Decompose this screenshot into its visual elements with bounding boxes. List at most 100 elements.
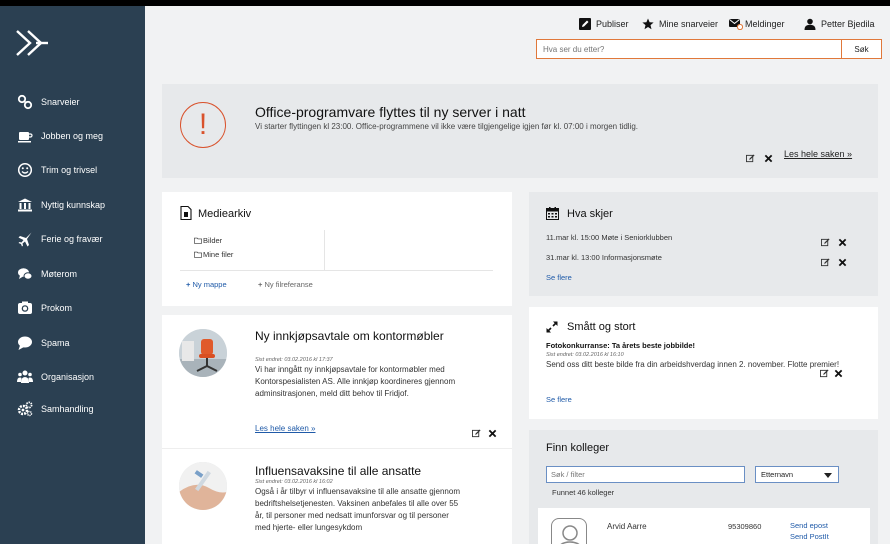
folder-icon bbox=[194, 237, 202, 244]
sidebar-item-trim[interactable]: Trim og trivsel bbox=[0, 158, 145, 182]
user-icon bbox=[804, 18, 816, 30]
folder-list: Bilder Mine filer bbox=[180, 230, 325, 270]
sidebar-item-label: Møterom bbox=[41, 269, 77, 279]
media-archive-box: Bilder Mine filer + Ny mappe + Ny filrefera… bbox=[180, 230, 493, 306]
edit-icon[interactable] bbox=[821, 254, 830, 267]
close-icon[interactable] bbox=[834, 365, 843, 378]
app-frame: Snarveier Jobben og meg Trim og trivsel … bbox=[0, 6, 890, 544]
see-more-link[interactable]: Se flere bbox=[546, 395, 572, 404]
news-item: Ny innkjøpsavtale om kontormøbler Sist e… bbox=[162, 315, 512, 448]
logo-icon[interactable] bbox=[14, 28, 50, 58]
folder-icon bbox=[194, 251, 202, 258]
event-name: Møte i Seniorklubben bbox=[601, 233, 673, 242]
colleague-phone: 95309860 bbox=[728, 522, 762, 531]
media-archive-title: Mediearkiv bbox=[198, 208, 252, 220]
close-icon[interactable] bbox=[488, 425, 497, 438]
people-icon bbox=[16, 368, 34, 386]
sidebar-item-jobben[interactable]: Jobben og meg bbox=[0, 124, 145, 148]
sidebar-item-kunnskap[interactable]: Nyttig kunnskap bbox=[0, 193, 145, 217]
event-date: 31.mar kl. 13:00 bbox=[546, 253, 600, 262]
colleagues-title: Finn kolleger bbox=[546, 442, 609, 454]
sidebar-item-snarveier[interactable]: Snarveier bbox=[0, 90, 145, 114]
small-title: Smått og stort bbox=[567, 321, 636, 333]
link-icon bbox=[16, 93, 34, 111]
edit-icon[interactable] bbox=[472, 425, 481, 438]
event-row[interactable]: 31.mar kl. 13:00 Informasjonsmøte bbox=[546, 253, 662, 262]
alert-title: Office-programvare flyttes til ny server… bbox=[255, 104, 526, 120]
folder-item[interactable]: Mine filer bbox=[194, 250, 233, 259]
edit-icon[interactable] bbox=[746, 150, 755, 163]
coffee-icon bbox=[16, 127, 34, 145]
news-image-office-chair bbox=[179, 329, 227, 377]
close-icon[interactable] bbox=[838, 234, 847, 247]
news-meta: Sist endret: 03.02.2016 kl 16:02 bbox=[255, 479, 333, 485]
user-menu[interactable]: Petter Bjedila bbox=[804, 18, 875, 30]
new-file-reference-button[interactable]: + Ny filreferanse bbox=[258, 280, 313, 289]
events-card: Hva skjer 11.mar kl. 15:00 Møte i Senior… bbox=[529, 192, 878, 296]
small-body: Send oss ditt beste bilde fra din arbeid… bbox=[546, 360, 840, 369]
alert-card: ! Office-programvare flyttes til ny serv… bbox=[162, 84, 878, 178]
sidebar-item-organisasjon[interactable]: Organisasjon bbox=[0, 365, 145, 389]
star-icon bbox=[642, 18, 654, 30]
folder-item[interactable]: Bilder bbox=[194, 236, 222, 245]
event-date: 11.mar kl. 15:00 bbox=[546, 233, 600, 242]
search-input[interactable] bbox=[537, 40, 841, 58]
news-title: Influensavaksine til alle ansatte bbox=[255, 464, 422, 478]
sidebar-item-moterom[interactable]: Møterom bbox=[0, 262, 145, 286]
news-list: Ny innkjøpsavtale om kontormøbler Sist e… bbox=[162, 315, 512, 544]
smile-icon bbox=[16, 161, 34, 179]
sort-select[interactable]: Etternavn bbox=[755, 466, 839, 483]
cogs-icon bbox=[16, 400, 34, 418]
calendar-icon bbox=[546, 207, 559, 220]
sidebar-item-label: Samhandling bbox=[41, 404, 94, 414]
messages-link[interactable]: Meldinger bbox=[729, 18, 785, 30]
sidebar-item-label: Ferie og fravær bbox=[41, 234, 103, 244]
sidebar-item-prokom[interactable]: Prokom bbox=[0, 296, 145, 320]
media-archive-card: Mediearkiv Bilder Mine filer + Ny mappe + N… bbox=[162, 192, 512, 306]
sidebar: Snarveier Jobben og meg Trim og trivsel … bbox=[0, 6, 145, 544]
news-small-card: Smått og stort Fotokonkurranse: Ta årets… bbox=[529, 307, 878, 419]
close-icon[interactable] bbox=[838, 254, 847, 267]
sidebar-item-ferie[interactable]: Ferie og fravær bbox=[0, 227, 145, 251]
sidebar-item-label: Spama bbox=[41, 338, 70, 348]
my-shortcuts-link[interactable]: Mine snarveier bbox=[642, 18, 718, 30]
media-actions: + Ny mappe + Ny filreferanse bbox=[180, 270, 493, 296]
top-bar: Publiser Mine snarveier Meldinger Petter… bbox=[145, 6, 890, 76]
bank-icon bbox=[16, 196, 34, 214]
avatar-icon bbox=[551, 518, 587, 544]
publish-link[interactable]: Publiser bbox=[579, 18, 629, 30]
send-postit-link[interactable]: Send PostIt bbox=[790, 532, 829, 541]
sidebar-item-samhandling[interactable]: Samhandling bbox=[0, 397, 145, 421]
small-headline[interactable]: Fotokonkurranse: Ta årets beste jobbilde… bbox=[546, 341, 695, 350]
news-item: Influensavaksine til alle ansatte Sist e… bbox=[162, 449, 512, 544]
chat-icon bbox=[16, 265, 34, 283]
close-icon[interactable] bbox=[764, 150, 773, 163]
exclamation-icon: ! bbox=[180, 102, 226, 148]
camera-icon bbox=[16, 299, 34, 317]
caret-down-icon bbox=[824, 473, 832, 478]
edit-icon[interactable] bbox=[821, 234, 830, 247]
read-more-link[interactable]: Les hele saken » bbox=[255, 424, 316, 433]
search-bar: Søk bbox=[536, 39, 882, 59]
read-more-link[interactable]: Les hele saken » bbox=[784, 149, 852, 159]
colleague-filter-input[interactable] bbox=[546, 466, 745, 483]
edit-icon bbox=[579, 18, 591, 30]
search-button[interactable]: Søk bbox=[841, 40, 881, 58]
envelope-icon bbox=[729, 19, 743, 30]
results-count: Funnet 46 kolleger bbox=[552, 488, 615, 497]
see-more-link[interactable]: Se flere bbox=[546, 273, 572, 282]
colleague-name: Arvid Aarre bbox=[607, 522, 647, 531]
speech-icon bbox=[16, 334, 34, 352]
send-email-link[interactable]: Send epost bbox=[790, 521, 828, 530]
edit-icon[interactable] bbox=[820, 365, 829, 378]
plane-icon bbox=[16, 230, 34, 248]
new-folder-button[interactable]: + Ny mappe bbox=[186, 280, 227, 289]
sidebar-item-label: Snarveier bbox=[41, 97, 80, 107]
sidebar-item-label: Organisasjon bbox=[41, 372, 95, 382]
event-name: Informasjonsmøte bbox=[601, 253, 662, 262]
colleague-card: Arvid Aarre 95309860 Send epost Send Pos… bbox=[538, 508, 870, 544]
sidebar-item-label: Nyttig kunnskap bbox=[41, 200, 106, 210]
alert-text: Vi starter flyttingen kl 23:00. Office-p… bbox=[255, 122, 638, 131]
sidebar-item-spama[interactable]: Spama bbox=[0, 331, 145, 355]
event-row[interactable]: 11.mar kl. 15:00 Møte i Seniorklubben bbox=[546, 233, 672, 242]
